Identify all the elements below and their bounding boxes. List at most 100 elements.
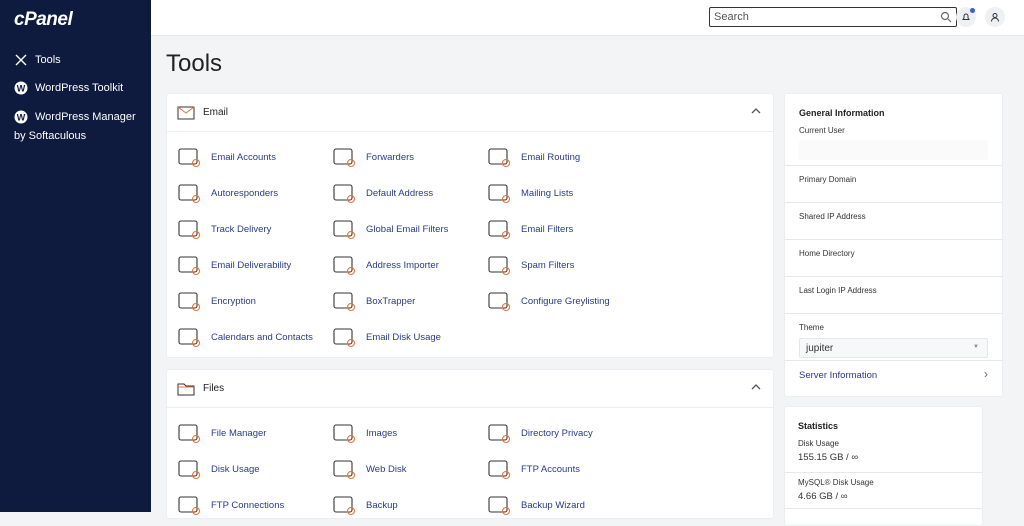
tool-email-disk-usage[interactable]: Email Disk Usage (331, 324, 441, 350)
tool-label: Spam Filters (521, 259, 575, 271)
tool-label: Email Filters (521, 223, 574, 235)
address-importer-icon (333, 256, 356, 276)
wordpress-icon: W (14, 110, 28, 124)
email-deliverability-icon (178, 256, 201, 276)
tool-configure-greylisting[interactable]: Configure Greylisting (486, 288, 610, 314)
tool-backup[interactable]: Backup (331, 492, 398, 518)
server-information-link[interactable]: Server Information › (785, 361, 1002, 390)
ftp-accounts-icon (488, 460, 511, 480)
mysql-disk-usage-label: MySQL® Disk Usage (798, 478, 874, 487)
sidebar-item-wordpress-manager[interactable]: W WordPress Manager (14, 110, 136, 124)
chevron-up-icon[interactable] (751, 107, 761, 115)
tool-label: Address Importer (366, 259, 439, 271)
sidebar-item-label: WordPress Toolkit (35, 82, 124, 94)
tool-spam-filters[interactable]: Spam Filters (486, 252, 574, 278)
current-user-label: Current User (799, 126, 845, 135)
tool-label: Directory Privacy (521, 427, 593, 439)
bell-icon (962, 13, 970, 20)
tool-track-delivery[interactable]: Track Delivery (176, 216, 271, 242)
forwarders-icon (333, 148, 356, 168)
tool-label: Email Deliverability (211, 259, 292, 271)
tool-label: File Manager (211, 427, 267, 439)
notification-dot (970, 8, 975, 13)
tool-label: Forwarders (366, 151, 415, 163)
tool-ftp-connections[interactable]: FTP Connections (176, 492, 284, 518)
chevron-up-icon[interactable] (751, 383, 761, 391)
configure-greylisting-icon (488, 292, 511, 312)
files-section-header[interactable]: Files (167, 370, 773, 408)
home-directory-label: Home Directory (785, 240, 1002, 277)
shared-ip-label: Shared IP Address (785, 203, 1002, 240)
tool-default-address[interactable]: Default Address (331, 180, 433, 206)
tool-global-email-filters[interactable]: Global Email Filters (331, 216, 448, 242)
spam-filters-icon (488, 256, 511, 276)
tool-label: Web Disk (366, 463, 407, 475)
user-button[interactable] (985, 7, 1005, 27)
section-title: Files (203, 383, 225, 394)
tool-boxtrapper[interactable]: BoxTrapper (331, 288, 415, 314)
tool-label: Global Email Filters (366, 223, 449, 235)
tool-backup-wizard[interactable]: Backup Wizard (486, 492, 585, 518)
tool-label: Backup Wizard (521, 499, 585, 511)
tool-label: Track Delivery (211, 223, 272, 235)
tool-forwarders[interactable]: Forwarders (331, 144, 414, 170)
topbar: Search (151, 0, 1024, 36)
tool-email-routing[interactable]: Email Routing (486, 144, 580, 170)
directory-privacy-icon (488, 424, 511, 444)
section-title: Email (203, 107, 229, 118)
svg-text:W: W (17, 113, 26, 123)
svg-text:W: W (17, 84, 26, 94)
sidebar-item-sub[interactable]: by Softaculous (14, 130, 86, 142)
sidebar-item-label: Tools (35, 54, 61, 66)
tool-label: Images (366, 427, 398, 439)
dropdown-arrow-icon: ▼ (973, 344, 979, 350)
cpanel-logo[interactable]: cPanel (14, 9, 73, 31)
encryption-icon (178, 292, 201, 312)
backup-icon (333, 496, 356, 516)
tool-label: Configure Greylisting (521, 295, 610, 307)
general-information-panel: General Information Current User Primary… (784, 93, 1003, 397)
tool-directory-privacy[interactable]: Directory Privacy (486, 420, 593, 446)
tool-label: FTP Accounts (521, 463, 580, 475)
tool-email-accounts[interactable]: Email Accounts (176, 144, 276, 170)
tool-mailing-lists[interactable]: Mailing Lists (486, 180, 573, 206)
tool-label: Email Routing (521, 151, 581, 163)
file-manager-icon (178, 424, 201, 444)
tool-web-disk[interactable]: Web Disk (331, 456, 406, 482)
tool-label: Email Disk Usage (366, 331, 441, 343)
disk-usage-icon (178, 460, 201, 480)
notifications-button[interactable] (956, 7, 976, 27)
tool-email-deliverability[interactable]: Email Deliverability (176, 252, 291, 278)
tool-label: BoxTrapper (366, 295, 416, 307)
page-title: Tools (166, 50, 223, 77)
sidebar-item-wordpress-toolkit[interactable]: W WordPress Toolkit (14, 81, 123, 95)
primary-domain-label: Primary Domain (785, 166, 1002, 203)
backup-wizard-icon (488, 496, 511, 516)
tool-encryption[interactable]: Encryption (176, 288, 256, 314)
search-icon (940, 11, 952, 23)
envelope-icon (177, 106, 195, 119)
email-section-header[interactable]: Email (167, 94, 773, 132)
tool-ftp-accounts[interactable]: FTP Accounts (486, 456, 580, 482)
tool-label: FTP Connections (211, 499, 285, 511)
email-routing-icon (488, 148, 511, 168)
tool-label: Mailing Lists (521, 187, 574, 199)
folder-icon (177, 383, 195, 395)
tool-images[interactable]: Images (331, 420, 397, 446)
tool-email-filters[interactable]: Email Filters (486, 216, 573, 242)
tool-label: Encryption (211, 295, 256, 307)
tool-calendars-and-contacts[interactable]: Calendars and Contacts (176, 324, 313, 350)
tool-address-importer[interactable]: Address Importer (331, 252, 439, 278)
search-input[interactable]: Search (709, 7, 957, 27)
global-email-filters-icon (333, 220, 356, 240)
web-disk-icon (333, 460, 356, 480)
tool-file-manager[interactable]: File Manager (176, 420, 266, 446)
tool-autoresponders[interactable]: Autoresponders (176, 180, 278, 206)
files-section: Files File Manager Images Directory Privac… (166, 369, 774, 519)
autoresponders-icon (178, 184, 201, 204)
email-accounts-icon (178, 148, 201, 168)
sidebar-item-tools[interactable]: Tools (14, 53, 61, 67)
tool-disk-usage[interactable]: Disk Usage (176, 456, 260, 482)
theme-select[interactable]: jupiter ▼ (799, 338, 988, 358)
mysql-disk-usage-value: 4.66 GB / ∞ (798, 491, 848, 502)
